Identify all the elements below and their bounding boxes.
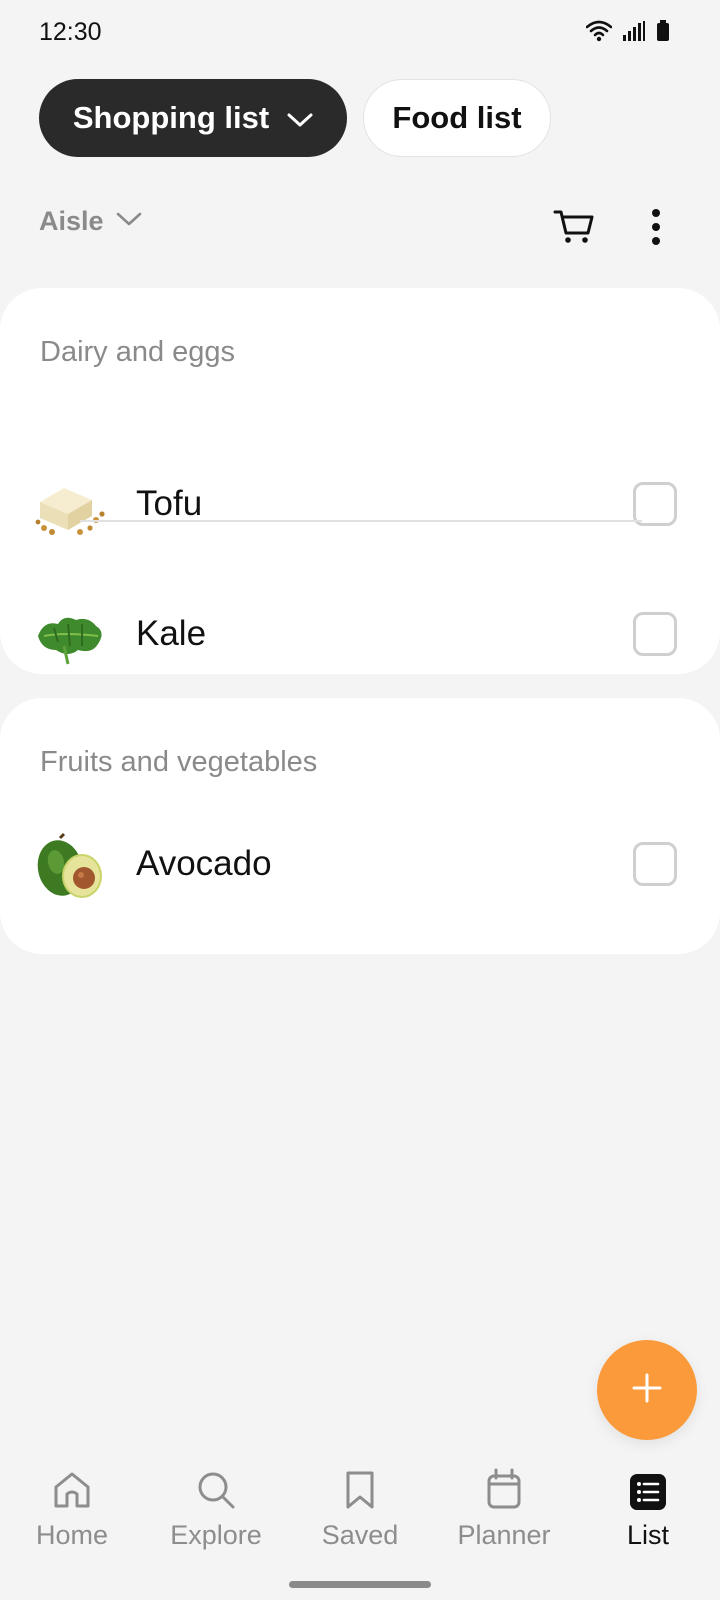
section-title: Dairy and eggs (40, 336, 236, 368)
calendar-icon (486, 1450, 522, 1510)
tab-shopping-list-label: Shopping list (72, 100, 270, 135)
nav-item-list[interactable]: List (583, 1450, 713, 1551)
kale-image (34, 602, 106, 670)
nav-label: Explore (170, 1520, 262, 1550)
status-bar: 12:30 (0, 0, 720, 66)
nav-label: List (626, 1520, 670, 1550)
chevron-down-icon (287, 100, 313, 136)
section-title: Fruits and vegetables (40, 746, 318, 778)
nav-label: Planner (457, 1520, 551, 1550)
home-indicator (289, 1581, 431, 1588)
item-name: Avocado (136, 844, 272, 883)
search-icon (196, 1450, 236, 1510)
cart-button[interactable] (553, 208, 595, 251)
tab-shopping-list[interactable]: Shopping list (39, 79, 347, 157)
list-item[interactable]: Tofu (0, 456, 720, 556)
section-card-fruits-and-vegetables: Fruits and vegetables Avocado (0, 698, 720, 954)
sort-label: Aisle (39, 206, 104, 236)
list-item[interactable]: Kale (0, 586, 720, 686)
item-name: Kale (136, 614, 207, 653)
wifi-icon (586, 20, 612, 42)
more-vertical-icon (650, 209, 662, 250)
more-options-button[interactable] (650, 208, 662, 251)
bottom-navigation: Home Explore Saved Planner List (0, 1450, 720, 1600)
nav-item-home[interactable]: Home (7, 1450, 137, 1551)
add-item-button[interactable] (597, 1340, 697, 1440)
nav-label: Home (35, 1520, 109, 1550)
divider (80, 520, 642, 522)
nav-item-planner[interactable]: Planner (439, 1450, 569, 1551)
status-icons (586, 20, 670, 42)
nav-label: Saved (321, 1520, 399, 1550)
battery-icon (656, 20, 670, 42)
item-checkbox[interactable] (633, 612, 677, 656)
tab-food-list-label: Food list (392, 100, 522, 135)
nav-item-saved[interactable]: Saved (295, 1450, 425, 1551)
tab-food-list[interactable]: Food list (363, 79, 551, 157)
signal-icon (622, 20, 646, 42)
bookmark-icon (345, 1450, 375, 1510)
list-item[interactable]: Avocado (0, 816, 720, 916)
section-card-dairy-and-eggs: Dairy and eggs Tofu Kale (0, 288, 720, 674)
plus-icon (632, 1373, 662, 1408)
list-icon (630, 1450, 666, 1510)
list-tabs: Shopping list Food list (39, 79, 551, 157)
sort-dropdown[interactable]: Aisle (39, 206, 142, 237)
home-icon (53, 1450, 91, 1510)
status-time: 12:30 (39, 18, 102, 46)
tofu-image (34, 472, 106, 540)
cart-icon (553, 210, 595, 250)
chevron-down-icon (116, 211, 142, 232)
item-name: Tofu (136, 484, 203, 523)
avocado-image (34, 832, 106, 900)
item-checkbox[interactable] (633, 842, 677, 886)
nav-item-explore[interactable]: Explore (151, 1450, 281, 1551)
